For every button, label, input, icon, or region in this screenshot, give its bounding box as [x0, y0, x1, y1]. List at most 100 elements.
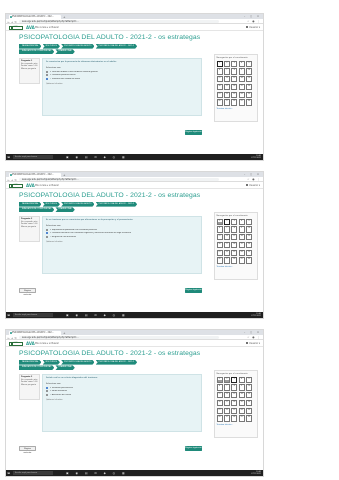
question-nav-cell[interactable]: 26 [216, 257, 223, 264]
question-nav-cell[interactable]: 5 [246, 376, 253, 383]
url-input[interactable]: ava.uigv.edu.pe/mod/quiz/attempt.php?att… [19, 19, 219, 24]
radio-button[interactable] [46, 74, 48, 77]
breadcrumb-item[interactable]: EXAMEN FINAL [55, 207, 74, 212]
windows-start-icon[interactable]: ⊞ [8, 313, 11, 317]
question-nav-cell[interactable]: 4 [238, 60, 245, 67]
question-nav-cell[interactable]: 22 [223, 407, 230, 415]
question-nav-cell[interactable]: 19 [238, 83, 245, 91]
question-nav-cell[interactable]: 13 [231, 392, 238, 399]
flag-question-link[interactable]: Marcar pregunta [21, 384, 38, 387]
answer-option[interactable]: a. Delirium debido a una condición médic… [46, 70, 198, 73]
question-nav-cell[interactable]: 20 [246, 399, 253, 407]
question-nav-cell[interactable]: 11 [216, 392, 223, 399]
question-nav-cell[interactable]: 28 [231, 415, 238, 422]
radio-button[interactable] [46, 386, 48, 389]
question-nav-cell[interactable]: 28 [231, 99, 238, 106]
question-nav-cell[interactable]: 24 [238, 91, 245, 99]
breadcrumb-item[interactable]: PÁGINA PRINCIPAL [19, 360, 41, 365]
question-nav-cell[interactable]: 30 [246, 415, 253, 422]
question-nav-cell[interactable]: 1 [216, 376, 223, 383]
ava-logo[interactable]: AVA [26, 25, 35, 30]
breadcrumb-item[interactable]: PÁGINA PRINCIPAL [19, 44, 41, 49]
question-nav-cell[interactable]: 25 [246, 249, 253, 257]
breadcrumb-item[interactable]: EXAMEN FINAL [55, 49, 74, 54]
question-nav-cell[interactable]: 27 [223, 257, 230, 264]
extension-icons[interactable]: ☆ ● ⋮ [247, 336, 261, 339]
breadcrumb-item[interactable]: PSICOPATOLOGIA DEL ADULTO - 2021-2 [96, 360, 138, 365]
question-nav-cell[interactable]: 22 [223, 249, 230, 257]
university-logo[interactable]: UIGV [9, 25, 23, 30]
ava-logo[interactable]: AVA [26, 341, 35, 346]
question-nav-cell[interactable]: 8 [231, 384, 238, 391]
window-controls[interactable]: – ▢ × [244, 15, 261, 18]
breadcrumb-item[interactable]: EXAMEN FINAL [55, 365, 74, 370]
question-nav-cell[interactable]: 16 [216, 241, 223, 249]
question-nav-cell[interactable]: 15 [246, 76, 253, 83]
question-nav-cell[interactable]: 29 [238, 415, 245, 422]
question-nav-cell[interactable]: 2 [223, 218, 230, 225]
question-nav-cell[interactable]: 12 [223, 234, 230, 241]
radio-button[interactable] [46, 78, 48, 81]
answer-option[interactable]: a. Síntomas persistentes [46, 386, 198, 389]
question-nav-cell[interactable]: 8 [231, 68, 238, 75]
question-nav-cell[interactable]: 14 [238, 76, 245, 83]
question-nav-cell[interactable]: 17 [223, 399, 230, 407]
answer-option[interactable]: c. Trastorno del estado de ánimo [46, 78, 198, 81]
question-nav-cell[interactable]: 5 [246, 60, 253, 67]
url-input[interactable]: ava.uigv.edu.pe/mod/quiz/attempt.php?att… [19, 335, 219, 340]
taskbar-search-input[interactable]: Escribe aquí para buscar [13, 313, 53, 317]
radio-button[interactable] [46, 228, 48, 231]
breadcrumb-item[interactable]: MIS CURSOS [43, 202, 60, 207]
question-nav-cell[interactable]: 10 [246, 226, 253, 233]
answer-option[interactable]: b. Trastorno delirante con síntomas nega… [46, 232, 198, 235]
question-nav-cell[interactable]: 7 [223, 226, 230, 233]
taskbar-app-icons[interactable]: ▣ ◉ ▤ ✉ ◆ ◎ ▦ [66, 313, 128, 317]
breadcrumb-item[interactable]: MIS CURSOS [43, 44, 60, 49]
taskbar-app-icons[interactable]: ▣ ◉ ▤ ✉ ◆ ◎ ▦ [66, 155, 128, 159]
window-controls[interactable]: – ▢ × [244, 173, 261, 176]
question-nav-cell[interactable]: 9 [238, 384, 245, 391]
question-nav-cell[interactable]: 4 [238, 376, 245, 383]
breadcrumb-item[interactable]: EVALUACIÓN DE COMPETENCIAS [19, 207, 54, 212]
question-nav-cell[interactable]: 18 [231, 241, 238, 249]
question-nav-cell[interactable]: 25 [246, 407, 253, 415]
answer-option[interactable]: b. Ideas delirantes [46, 390, 198, 393]
question-nav-cell[interactable]: 28 [231, 257, 238, 264]
answer-option[interactable]: a. Esquizofrenia paranoide con síntomas … [46, 228, 198, 231]
question-nav-cell[interactable]: 2 [223, 60, 230, 67]
system-tray-clock[interactable]: 10:42 27/11/2021 [251, 471, 261, 476]
question-nav-cell[interactable]: 18 [231, 83, 238, 91]
breadcrumb-item[interactable]: EVALUACIÓN DE COMPETENCIAS [19, 49, 54, 54]
breadcrumb-item[interactable]: PSICOPATOLOGIA DEL ADULTO [61, 44, 94, 49]
question-nav-cell[interactable]: 2 [223, 376, 230, 383]
question-nav-cell[interactable]: 5 [246, 218, 253, 225]
question-nav-cell[interactable]: 25 [246, 91, 253, 99]
question-nav-cell[interactable]: 1 [216, 60, 223, 67]
radio-button[interactable] [46, 232, 48, 235]
question-nav-cell[interactable]: 10 [246, 384, 253, 391]
question-nav-cell[interactable]: 12 [223, 76, 230, 83]
radio-button[interactable] [46, 236, 48, 239]
question-nav-cell[interactable]: 21 [216, 407, 223, 415]
question-nav-cell[interactable]: 17 [223, 83, 230, 91]
question-nav-cell[interactable]: 27 [223, 415, 230, 422]
question-nav-cell[interactable]: 30 [246, 99, 253, 106]
answer-option[interactable]: b. Trastorno psicótico breve [46, 74, 198, 77]
question-nav-cell[interactable]: 18 [231, 399, 238, 407]
question-nav-cell[interactable]: 21 [216, 249, 223, 257]
question-nav-cell[interactable]: 27 [223, 99, 230, 106]
question-nav-cell[interactable]: 17 [223, 241, 230, 249]
question-nav-cell[interactable]: 13 [231, 234, 238, 241]
system-tray-clock[interactable]: 10:42 27/11/2021 [251, 155, 261, 160]
clear-choice-link[interactable]: Quitar mi elección [46, 241, 198, 243]
question-nav-cell[interactable]: 16 [216, 399, 223, 407]
question-nav-cell[interactable]: 4 [238, 218, 245, 225]
question-nav-cell[interactable]: 6 [216, 68, 223, 75]
question-nav-cell[interactable]: 19 [238, 241, 245, 249]
breadcrumb-item[interactable]: PSICOPATOLOGIA DEL ADULTO - 2021-2 [96, 202, 138, 207]
question-nav-cell[interactable]: 8 [231, 226, 238, 233]
previous-page-button[interactable]: Página anterior [19, 288, 36, 296]
question-nav-cell[interactable]: 15 [246, 234, 253, 241]
question-nav-cell[interactable]: 9 [238, 226, 245, 233]
question-nav-cell[interactable]: 23 [231, 91, 238, 99]
